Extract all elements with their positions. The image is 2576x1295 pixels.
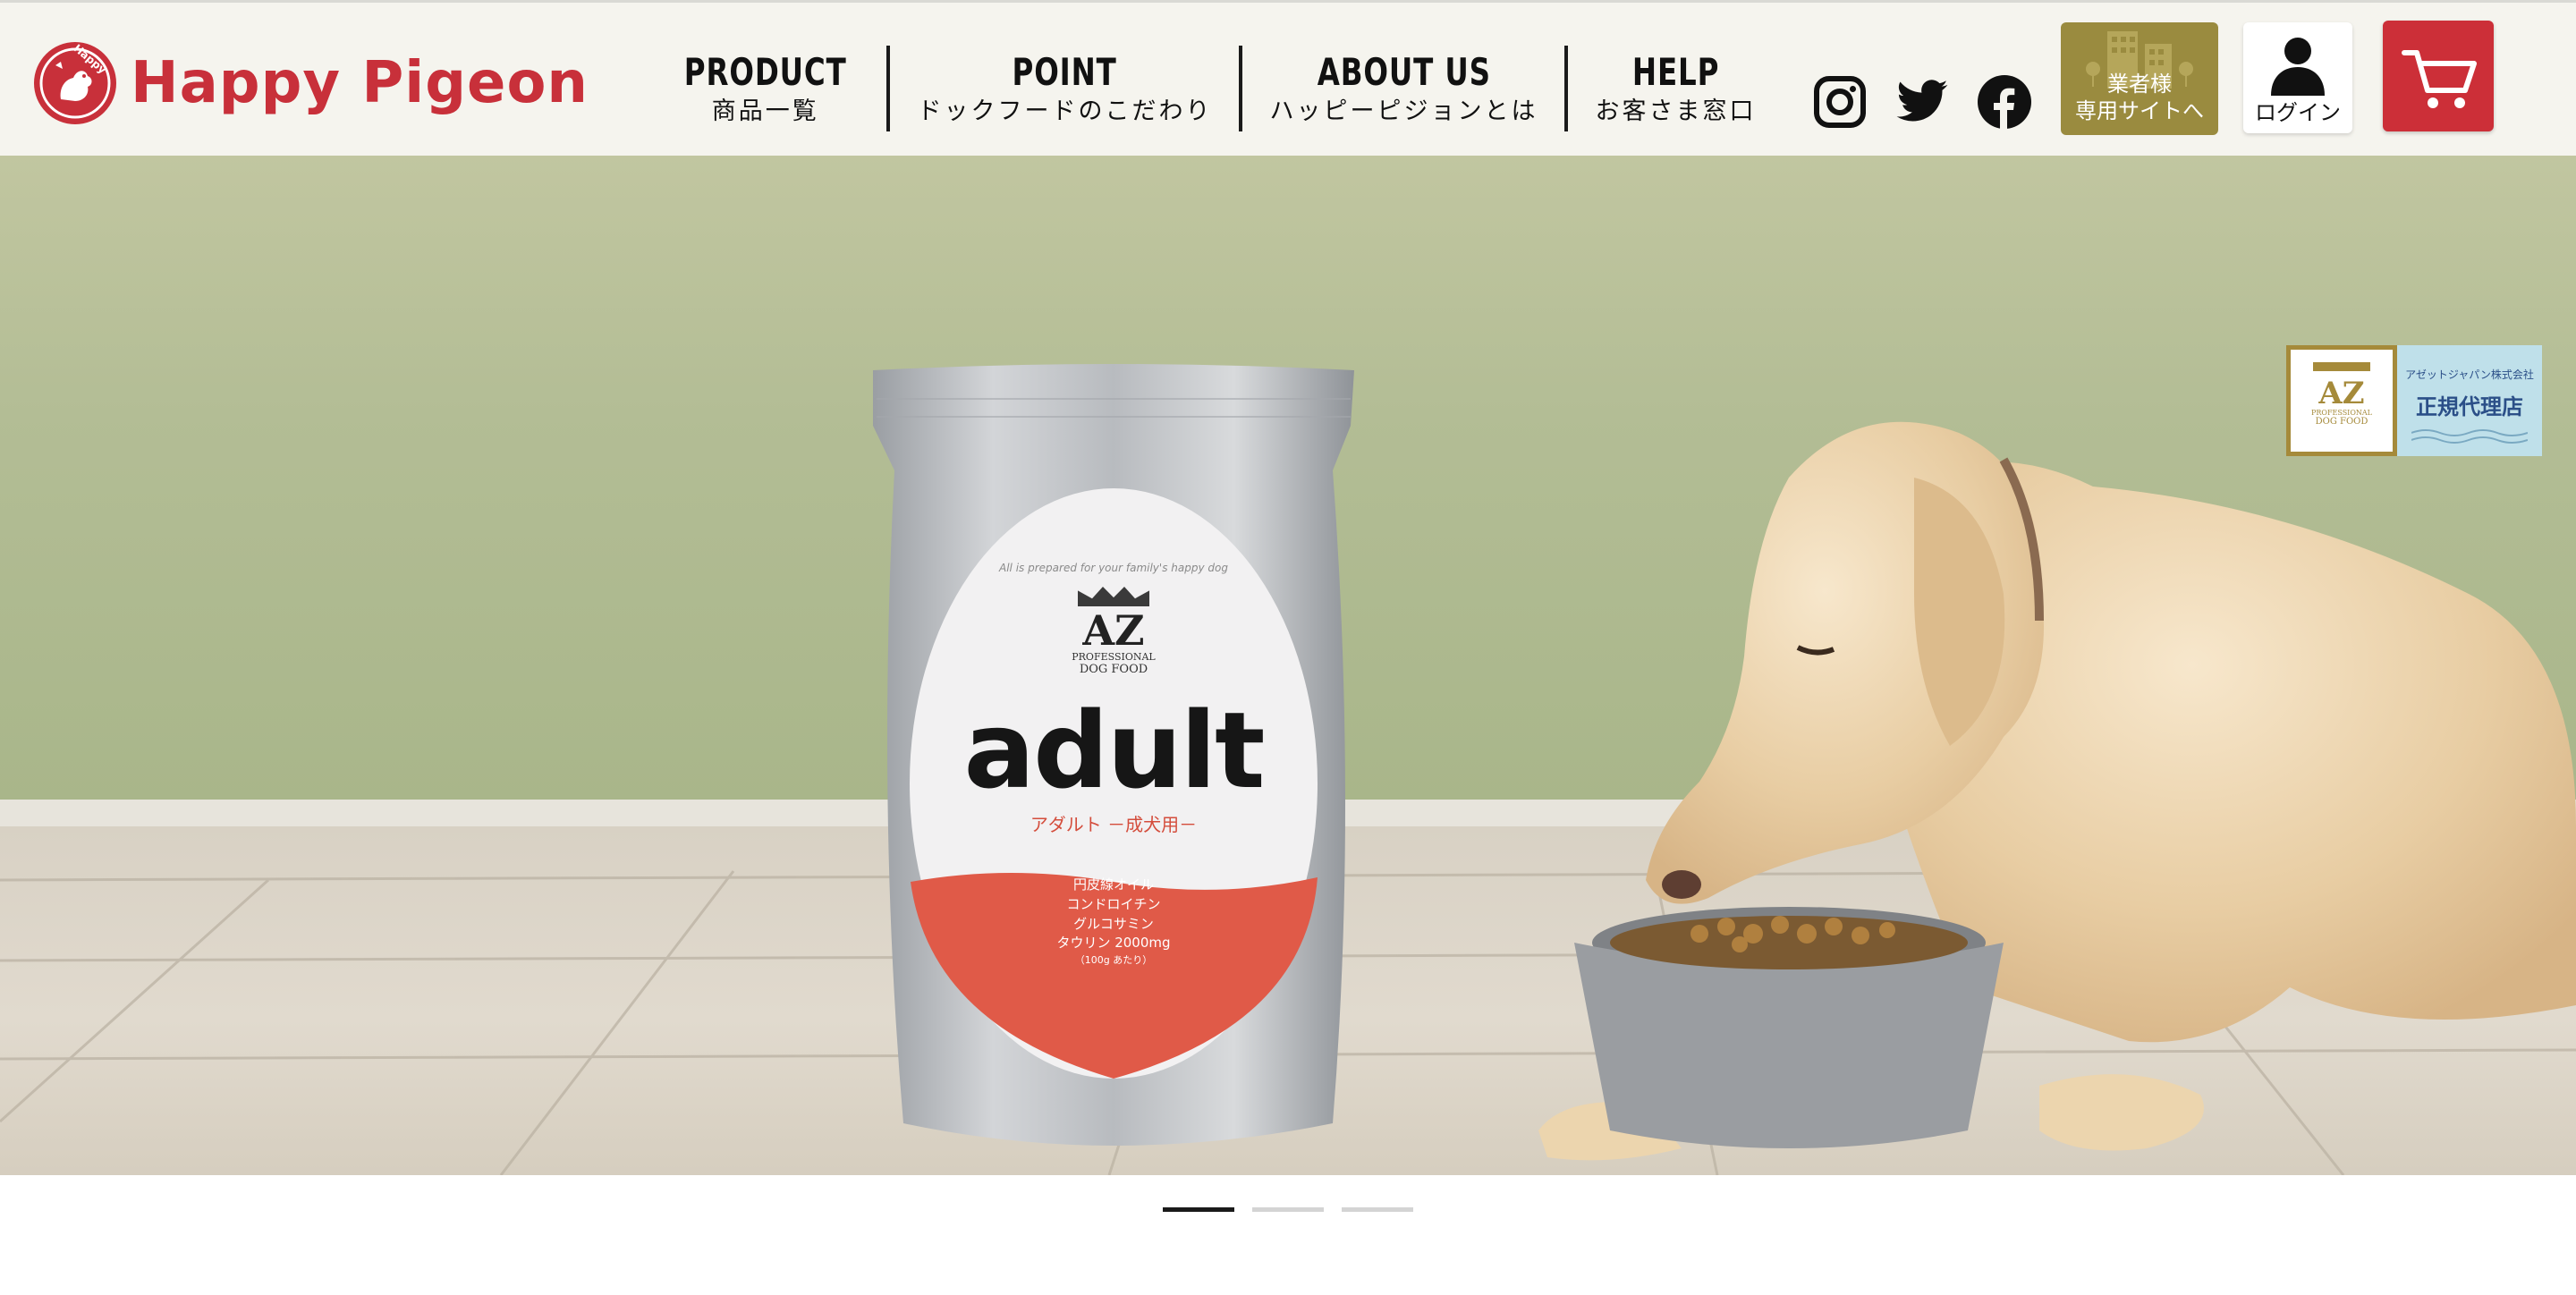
brand-name: Happy Pigeon xyxy=(131,50,589,116)
wave-icon xyxy=(2411,429,2529,444)
nav-item-en-label: HELP xyxy=(1631,50,1720,95)
cart-icon xyxy=(2402,50,2477,108)
az-logo-sub2: DOG FOOD xyxy=(2315,417,2368,427)
ingredient-line: （100g あたり） xyxy=(1074,954,1153,966)
slider-pagination xyxy=(1163,1207,1413,1213)
authorized-dealer-badge: AZ PROFESSIONAL DOG FOOD アゼットジャパン株式会社 正規… xyxy=(2286,345,2542,456)
nav-item-about-us[interactable]: ABOUT US ハッピーピジョンとは xyxy=(1239,46,1564,131)
az-logo-sub1: PROFESSIONAL xyxy=(2311,409,2372,417)
dealer-title: 正規代理店 xyxy=(2416,394,2523,419)
ingredient-line: コンドロイチン xyxy=(1066,895,1161,912)
dog-eating-image xyxy=(1413,361,2576,1175)
twitter-icon[interactable] xyxy=(1894,74,1950,130)
ingredient-line: 円皮線オイル xyxy=(1072,876,1154,893)
product-ingredients: 円皮線オイル コンドロイチン グルコサミン タウリン 2000mg （100g … xyxy=(868,876,1360,968)
nav-item-point[interactable]: POINT ドックフードのこだわり xyxy=(886,46,1239,131)
nav-item-ja-label: ハッピーピジョンとは xyxy=(1269,97,1538,126)
nav-item-help[interactable]: HELP お客さま窓口 xyxy=(1564,46,1783,131)
user-icon xyxy=(2271,38,2325,96)
dealer-company: アゼットジャパン株式会社 xyxy=(2405,368,2534,381)
ingredient-line: グルコサミン xyxy=(1073,915,1154,932)
ingredient-line: タウリン 2000mg xyxy=(1056,935,1171,952)
az-logo-mark: AZ xyxy=(2318,376,2365,411)
pigeon-logo-icon: Happy xyxy=(34,42,116,124)
login-label: ログイン xyxy=(2255,100,2341,125)
crown-icon xyxy=(1078,587,1149,606)
site-logo[interactable]: Happy Happy Pigeon xyxy=(34,38,589,128)
nav-item-en-label: PRODUCT xyxy=(683,50,847,95)
product-name-ja: アダルト －成犬用－ xyxy=(1030,814,1198,835)
nav-item-ja-label: 商品一覧 xyxy=(711,97,819,126)
business-site-button[interactable]: 業者様 専用サイトへ xyxy=(2061,22,2218,135)
product-name: adult xyxy=(963,689,1266,812)
product-bag-image: All is prepared for your family's happy … xyxy=(868,363,1360,1159)
product-brand-mark: AZ xyxy=(1082,606,1145,655)
crown-icon xyxy=(2313,362,2370,371)
slide-indicator-3[interactable] xyxy=(1342,1207,1413,1212)
product-brand-sub1: PROFESSIONAL xyxy=(1072,651,1156,663)
slide-indicator-1[interactable] xyxy=(1163,1207,1234,1212)
nav-item-en-label: ABOUT US xyxy=(1317,50,1491,95)
instagram-icon[interactable] xyxy=(1812,74,1868,130)
site-header: Happy Happy Pigeon PRODUCT 商品一覧 POINT ドッ… xyxy=(0,0,2576,156)
slide-indicator-2[interactable] xyxy=(1252,1207,1324,1212)
product-brand-sub2: DOG FOOD xyxy=(1079,663,1148,676)
cart-button[interactable] xyxy=(2383,21,2494,131)
nav-item-product[interactable]: PRODUCT 商品一覧 xyxy=(644,46,886,131)
login-button[interactable]: ログイン xyxy=(2243,22,2352,133)
business-button-line2: 専用サイトへ xyxy=(2075,98,2204,123)
business-button-line1: 業者様 xyxy=(2107,72,2172,97)
nav-item-ja-label: お客さま窓口 xyxy=(1595,97,1757,126)
product-tagline: All is prepared for your family's happy … xyxy=(999,562,1228,574)
hero-slider[interactable]: All is prepared for your family's happy … xyxy=(0,156,2576,1175)
facebook-icon[interactable] xyxy=(1977,74,2032,130)
nav-item-en-label: POINT xyxy=(1012,50,1118,95)
main-nav: PRODUCT 商品一覧 POINT ドックフードのこだわり ABOUT US … xyxy=(644,46,1783,131)
nav-item-ja-label: ドックフードのこだわり xyxy=(917,97,1213,126)
dealer-label: アゼットジャパン株式会社 正規代理店 xyxy=(2397,345,2542,456)
az-logo: AZ PROFESSIONAL DOG FOOD xyxy=(2286,345,2397,456)
